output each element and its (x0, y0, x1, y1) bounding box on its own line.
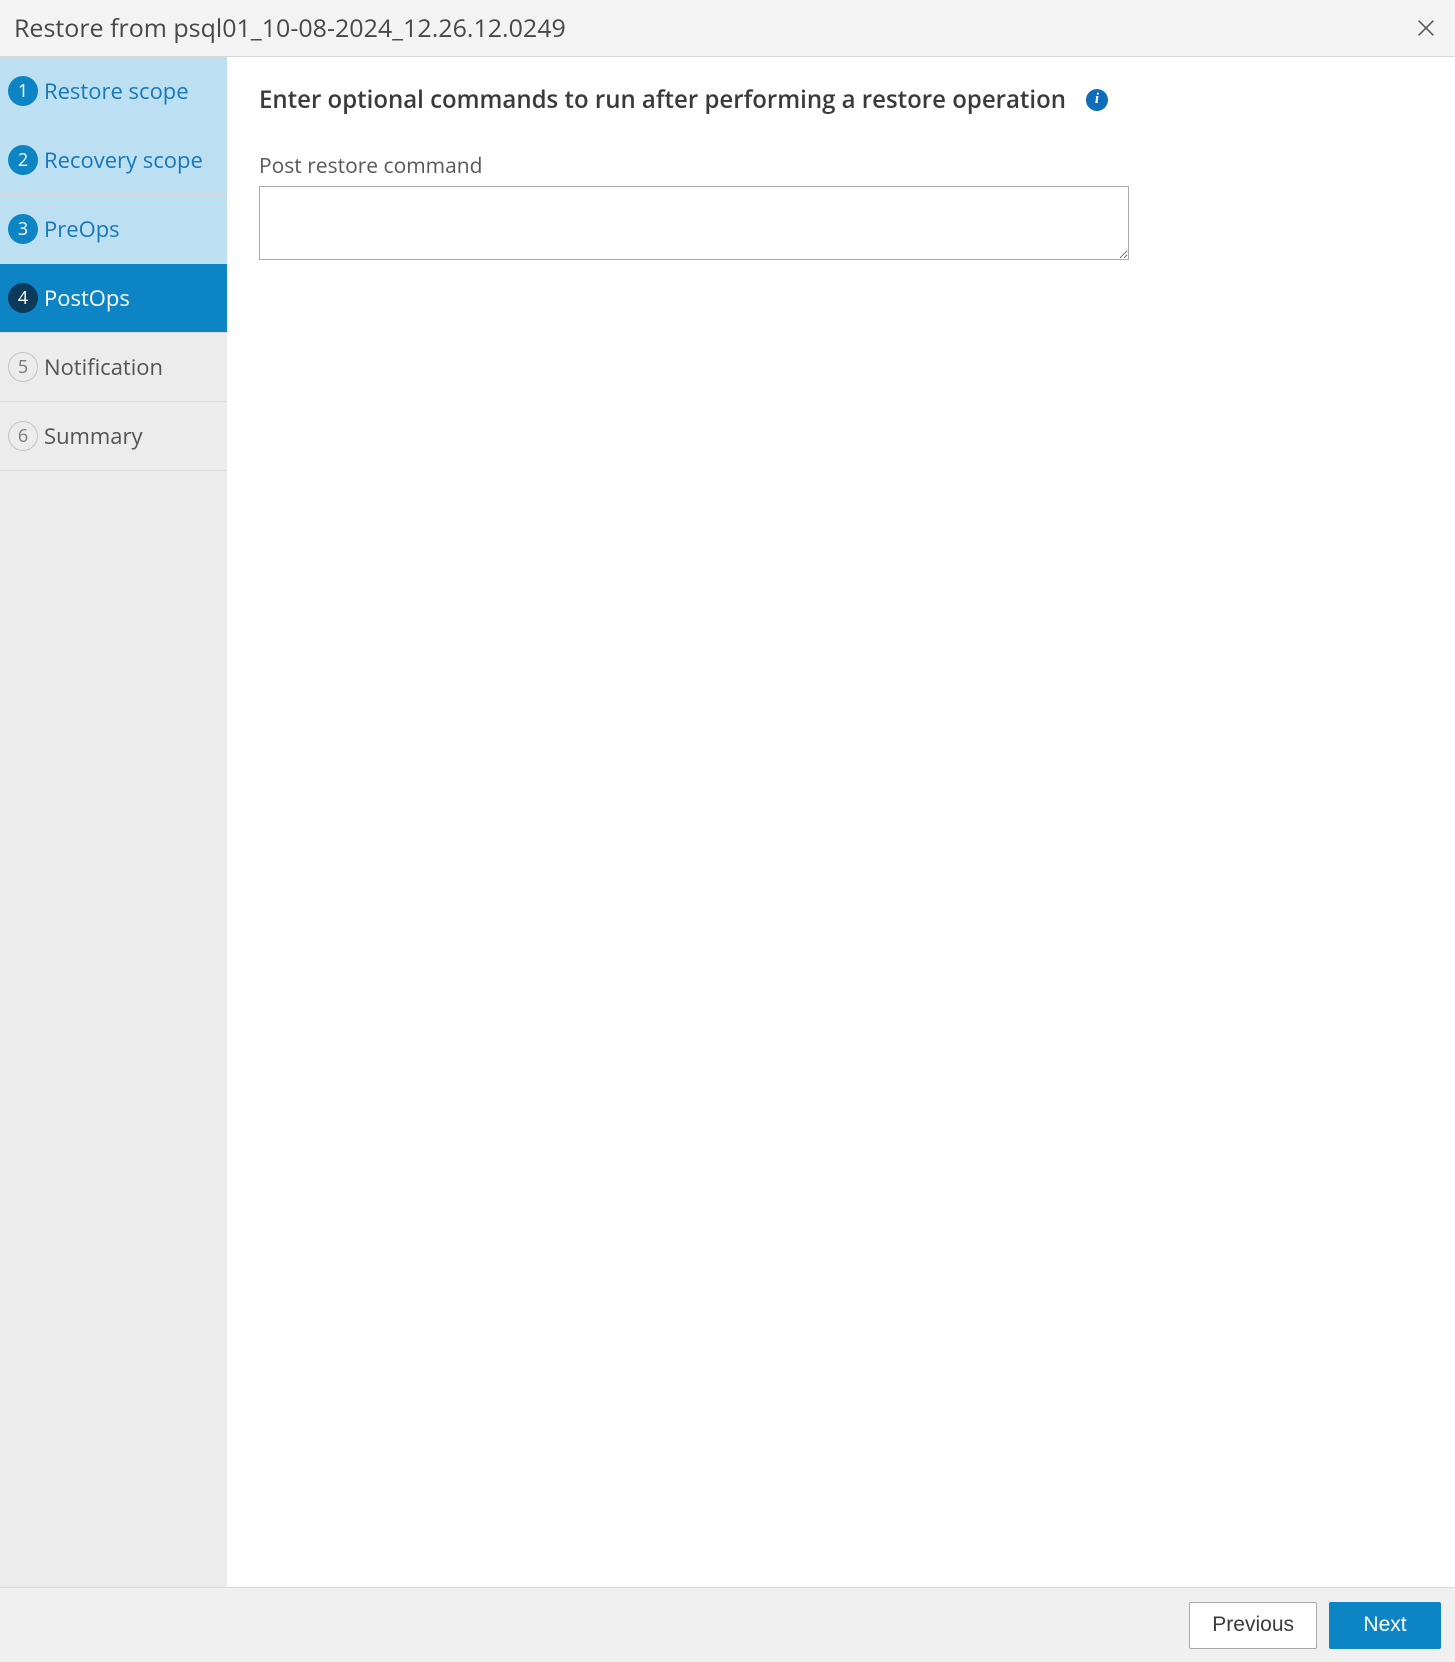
main-heading-text: Enter optional commands to run after per… (259, 83, 1066, 116)
close-icon (1415, 17, 1437, 39)
wizard-step-summary[interactable]: 6 Summary (0, 402, 227, 471)
close-button[interactable] (1415, 17, 1437, 39)
wizard-step-label: PostOps (44, 283, 130, 313)
wizard-step-number: 6 (8, 421, 38, 451)
dialog-header: Restore from psql01_10-08-2024_12.26.12.… (0, 0, 1455, 57)
wizard-step-label: PreOps (44, 214, 120, 244)
wizard-step-number: 5 (8, 352, 38, 382)
wizard-step-label: Recovery scope (44, 145, 203, 175)
wizard-step-number: 3 (8, 214, 38, 244)
wizard-step-recovery-scope[interactable]: 2 Recovery scope (0, 126, 227, 195)
post-restore-command-input[interactable] (259, 186, 1129, 260)
next-button[interactable]: Next (1329, 1602, 1441, 1649)
dialog-footer: Previous Next (0, 1587, 1455, 1662)
post-restore-command-label: Post restore command (259, 152, 1455, 180)
wizard-sidebar: 1 Restore scope 2 Recovery scope 3 PreOp… (0, 57, 227, 1587)
wizard-step-preops[interactable]: 3 PreOps (0, 195, 227, 264)
main-heading-row: Enter optional commands to run after per… (259, 83, 1455, 116)
previous-button[interactable]: Previous (1189, 1602, 1317, 1649)
wizard-step-number: 1 (8, 76, 38, 106)
wizard-step-label: Notification (44, 352, 163, 382)
wizard-step-number: 4 (8, 283, 38, 313)
wizard-step-number: 2 (8, 145, 38, 175)
dialog-body: 1 Restore scope 2 Recovery scope 3 PreOp… (0, 57, 1455, 1587)
info-icon[interactable]: i (1086, 89, 1108, 111)
wizard-step-postops[interactable]: 4 PostOps (0, 264, 227, 333)
wizard-step-notification[interactable]: 5 Notification (0, 333, 227, 402)
wizard-step-restore-scope[interactable]: 1 Restore scope (0, 57, 227, 126)
dialog-title: Restore from psql01_10-08-2024_12.26.12.… (14, 11, 566, 45)
wizard-step-label: Restore scope (44, 76, 189, 106)
main-panel: Enter optional commands to run after per… (227, 57, 1455, 1587)
wizard-step-label: Summary (44, 421, 143, 451)
